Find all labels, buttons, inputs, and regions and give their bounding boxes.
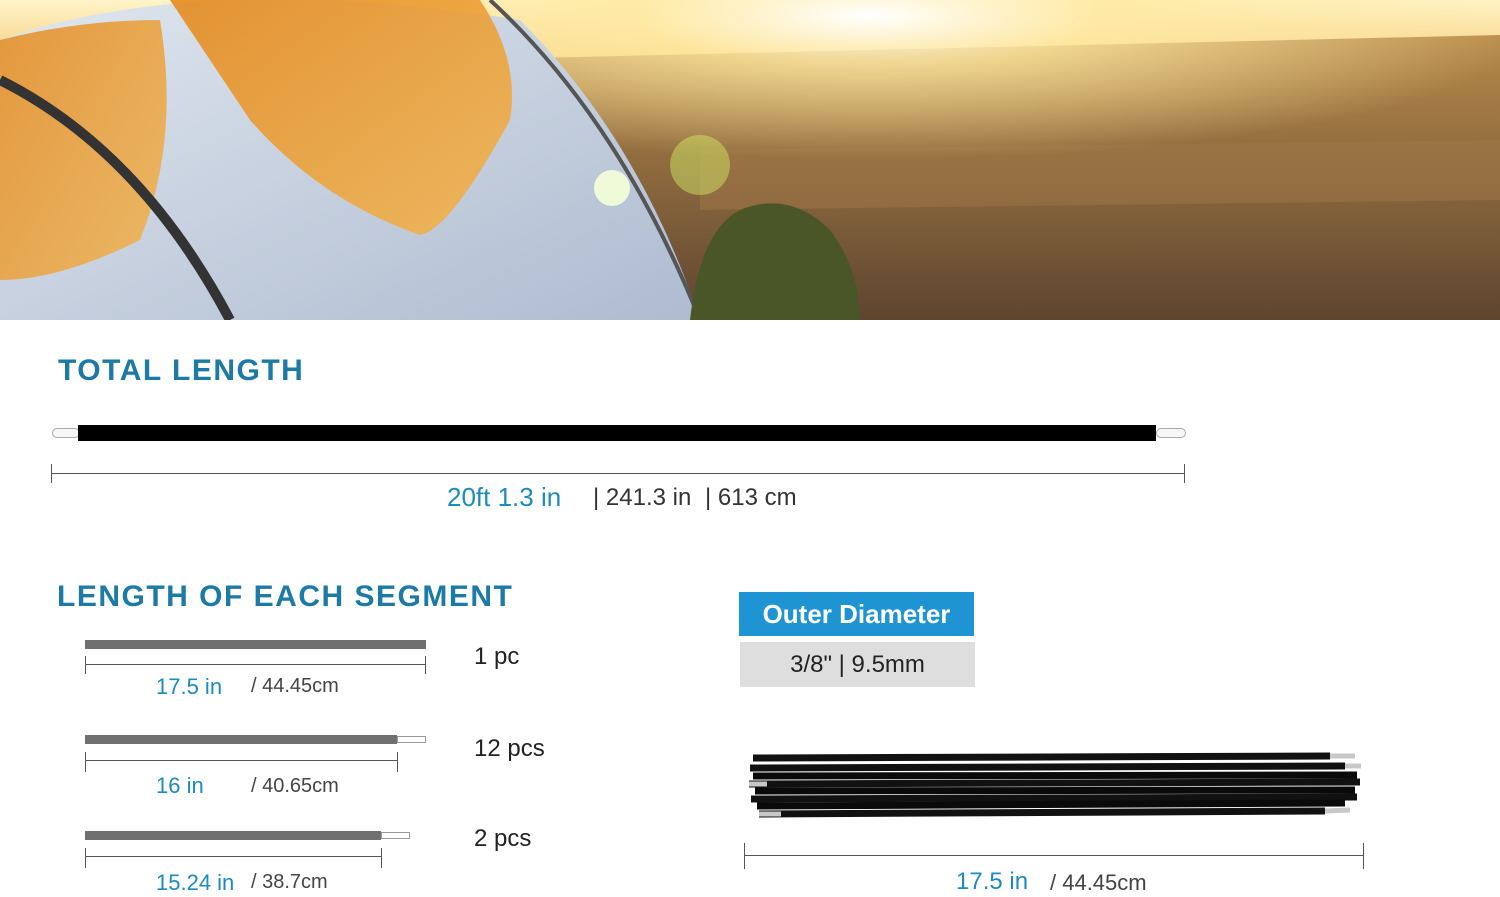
segment-pole-tip — [381, 832, 410, 839]
pole-bundle-graphic — [745, 740, 1370, 830]
segment-length-inches: 16 in — [156, 773, 204, 798]
total-length-heading: TOTAL LENGTH — [58, 354, 305, 387]
outer-diameter-value: 3/8" | 9.5mm — [740, 642, 975, 687]
outer-diameter-title: Outer Diameter — [739, 592, 974, 636]
segment-quantity: 2 pcs — [474, 825, 532, 852]
segment-length-heading: LENGTH OF EACH SEGMENT — [57, 580, 514, 613]
segment-quantity: 12 pcs — [474, 735, 545, 762]
bundle-length-inches: 17.5 in — [956, 868, 1029, 895]
segment-length-cm: / 40.65cm — [251, 775, 339, 797]
total-length-inches: | 241.3 in — [593, 484, 692, 511]
hero-photo-tent-sunset — [0, 0, 1500, 320]
segment-pole-tip — [397, 736, 426, 743]
bundle-length-cm: / 44.45cm — [1050, 870, 1147, 895]
segment-length-cm: / 44.45cm — [251, 675, 339, 697]
segment-pole-graphic — [85, 735, 397, 744]
segment-length-inches: 17.5 in — [156, 674, 223, 699]
total-length-metric: | 613 cm — [705, 484, 797, 511]
total-length-imperial: 20ft 1.3 in — [447, 482, 562, 512]
segment-quantity: 1 pc — [474, 643, 520, 670]
segment-length-inches: 15.24 in — [156, 870, 235, 895]
segment-pole-graphic — [85, 831, 381, 840]
segment-pole-graphic — [85, 640, 426, 649]
segment-length-cm: / 38.7cm — [251, 871, 328, 893]
